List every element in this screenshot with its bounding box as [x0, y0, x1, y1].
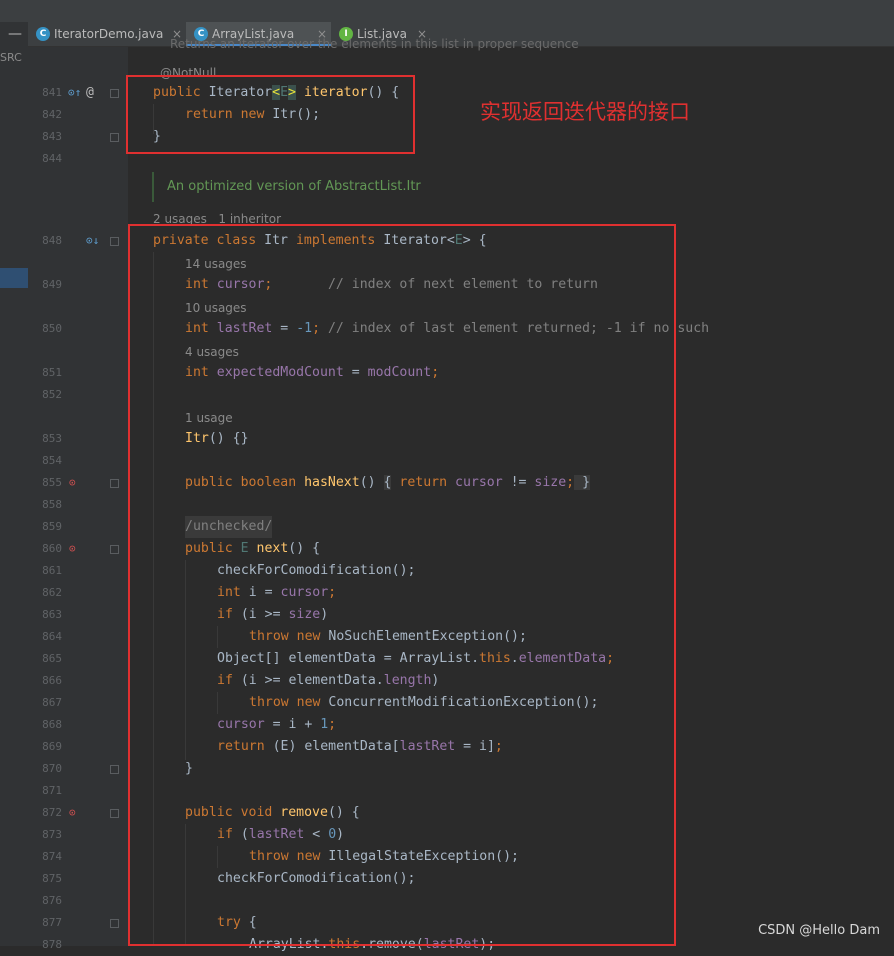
implements-method-icon[interactable]: ⊙ — [69, 542, 76, 556]
tab-label: IteratorDemo.java — [54, 27, 164, 41]
line-number: 841 — [42, 86, 62, 99]
doc-bar — [152, 172, 154, 202]
override-marker-icon[interactable]: ⊙↑ — [68, 86, 81, 100]
line-number: 859 — [42, 520, 62, 533]
fold-marker-icon[interactable] — [110, 765, 119, 774]
line-number: 862 — [42, 586, 62, 599]
annotation-callout: 实现返回迭代器的接口 — [480, 100, 690, 124]
highlight-box-itr-class — [128, 224, 676, 946]
project-tool-window-strip: — SRC — [0, 22, 29, 946]
implements-method-icon[interactable]: ⊙ — [69, 476, 76, 490]
line-number: 877 — [42, 916, 62, 929]
line-number: 867 — [42, 696, 62, 709]
line-number: 866 — [42, 674, 62, 687]
fold-marker-icon[interactable] — [110, 237, 119, 246]
line-number: 855 — [42, 476, 62, 489]
implements-method-icon[interactable]: ⊙ — [69, 806, 76, 820]
fold-marker-icon[interactable] — [110, 545, 119, 554]
line-number: 869 — [42, 740, 62, 753]
window-top-strip — [0, 0, 894, 22]
line-number: 858 — [42, 498, 62, 511]
doc-comment-cut: Returns an iterator over the elements in… — [170, 37, 579, 51]
line-number: 860 — [42, 542, 62, 555]
selected-tree-row[interactable] — [0, 268, 28, 288]
annotation-marker-icon[interactable]: @ — [86, 86, 94, 100]
line-number: 876 — [42, 894, 62, 907]
line-number: 875 — [42, 872, 62, 885]
line-number: 843 — [42, 130, 62, 143]
collapse-panel-button[interactable]: — — [8, 26, 22, 42]
line-number: 861 — [42, 564, 62, 577]
line-number: 844 — [42, 152, 62, 165]
line-number: 870 — [42, 762, 62, 775]
class-icon: C — [36, 27, 50, 41]
implemented-marker-icon[interactable]: ⊙↓ — [86, 234, 99, 248]
line-number: 852 — [42, 388, 62, 401]
watermark: CSDN @Hello Dam — [758, 923, 880, 938]
line-number: 842 — [42, 108, 62, 121]
line-number: 849 — [42, 278, 62, 291]
line-number: 851 — [42, 366, 62, 379]
line-number: 874 — [42, 850, 62, 863]
line-number: 850 — [42, 322, 62, 335]
line-number: 854 — [42, 454, 62, 467]
line-number: 878 — [42, 938, 62, 951]
line-number: 865 — [42, 652, 62, 665]
line-number: 873 — [42, 828, 62, 841]
line-number: 853 — [42, 432, 62, 445]
fold-marker-icon[interactable] — [110, 89, 119, 98]
tab-iteratordemo[interactable]: C IteratorDemo.java × — [28, 22, 186, 46]
rendered-doc-comment: An optimized version of AbstractList.Itr — [167, 179, 421, 194]
fold-marker-icon[interactable] — [110, 809, 119, 818]
line-number: 863 — [42, 608, 62, 621]
line-number: 868 — [42, 718, 62, 731]
fold-marker-icon[interactable] — [110, 479, 119, 488]
line-number: 872 — [42, 806, 62, 819]
line-number: 848 — [42, 234, 62, 247]
src-folder-label[interactable]: SRC — [0, 51, 22, 64]
fold-marker-icon[interactable] — [110, 133, 119, 142]
fold-marker-icon[interactable] — [110, 919, 119, 928]
line-number: 864 — [42, 630, 62, 643]
line-number: 871 — [42, 784, 62, 797]
highlight-box-iterator — [126, 75, 415, 154]
